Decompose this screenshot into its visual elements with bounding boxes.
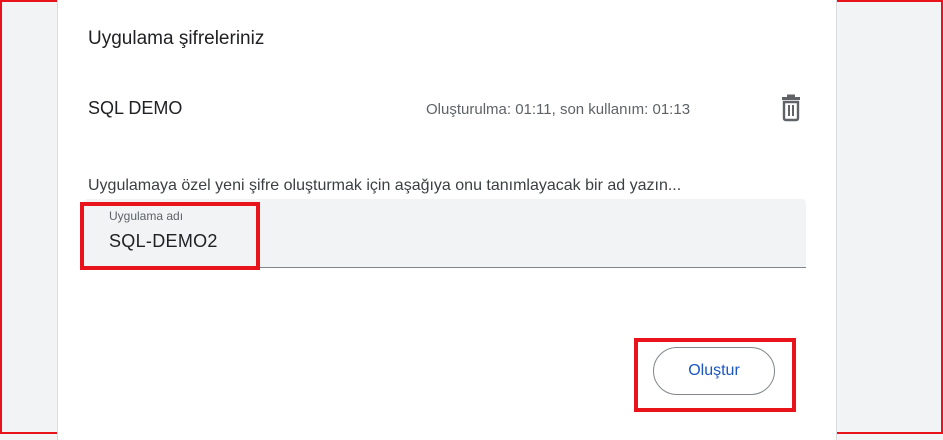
app-name-label: Uygulama adı [109, 209, 184, 223]
new-password-hint: Uygulamaya özel yeni şifre oluşturmak iç… [88, 177, 682, 194]
app-password-name: SQL DEMO [88, 98, 183, 118]
trash-icon[interactable] [778, 94, 804, 122]
app-name-field[interactable]: Uygulama adı SQL-DEMO2 [84, 199, 806, 268]
create-button[interactable]: Oluştur [653, 347, 775, 395]
app-passwords-card: Uygulama şifreleriniz SQL DEMO Oluşturul… [57, 0, 837, 440]
app-name-input[interactable]: SQL-DEMO2 [109, 231, 218, 252]
app-password-meta: Oluşturulma: 01:11, son kullanım: 01:13 [426, 101, 691, 118]
section-title: Uygulama şifreleriniz [88, 28, 265, 49]
